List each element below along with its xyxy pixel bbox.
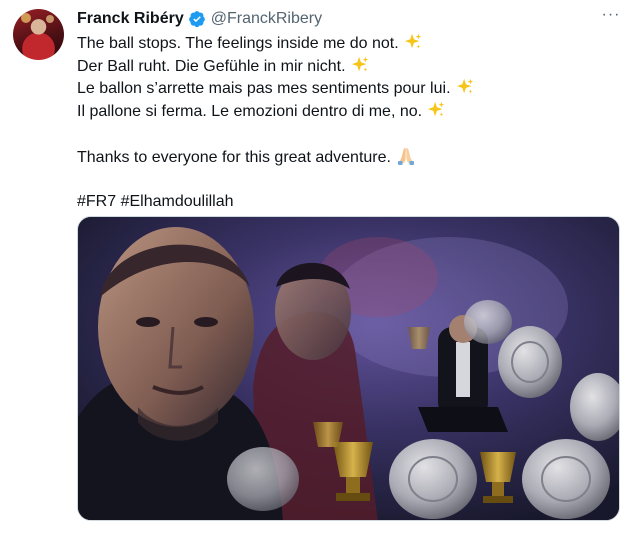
verified-icon — [188, 11, 205, 28]
sparkles-icon — [351, 56, 368, 71]
tweet-line-german: Der Ball ruht. Die Gefühle in mir nicht. — [77, 56, 622, 79]
tweet-line-english: The ball stops. The feelings inside me d… — [77, 33, 622, 56]
author-name[interactable]: Franck Ribéry — [77, 10, 184, 28]
more-icon[interactable]: ··· — [600, 5, 622, 25]
tweet-media-image[interactable] — [77, 216, 620, 521]
sparkles-icon — [456, 78, 473, 94]
author-handle[interactable]: @FranckRibery — [211, 10, 322, 28]
tweet-line-thanks: Thanks to everyone for this great advent… — [77, 146, 622, 169]
tweet-text: The ball stops. The feelings inside me d… — [77, 33, 622, 213]
tweet-hashtags[interactable]: #FR7 #Elhamdoulillah — [77, 191, 622, 214]
tweet-card: Franck Ribéry @FranckRibery ··· The ball… — [0, 0, 640, 533]
folded-hands-icon — [397, 147, 414, 165]
tweet-line-french: Le ballon s’arrette mais pas mes sentime… — [77, 78, 622, 101]
media-artwork — [78, 217, 619, 520]
sparkles-icon — [427, 101, 445, 116]
sparkles-icon — [404, 33, 421, 49]
avatar[interactable] — [13, 9, 64, 60]
tweet-line-italian: Il pallone si ferma. Le emozioni dentro … — [77, 101, 622, 124]
tweet-header: Franck Ribéry @FranckRibery — [77, 8, 322, 30]
